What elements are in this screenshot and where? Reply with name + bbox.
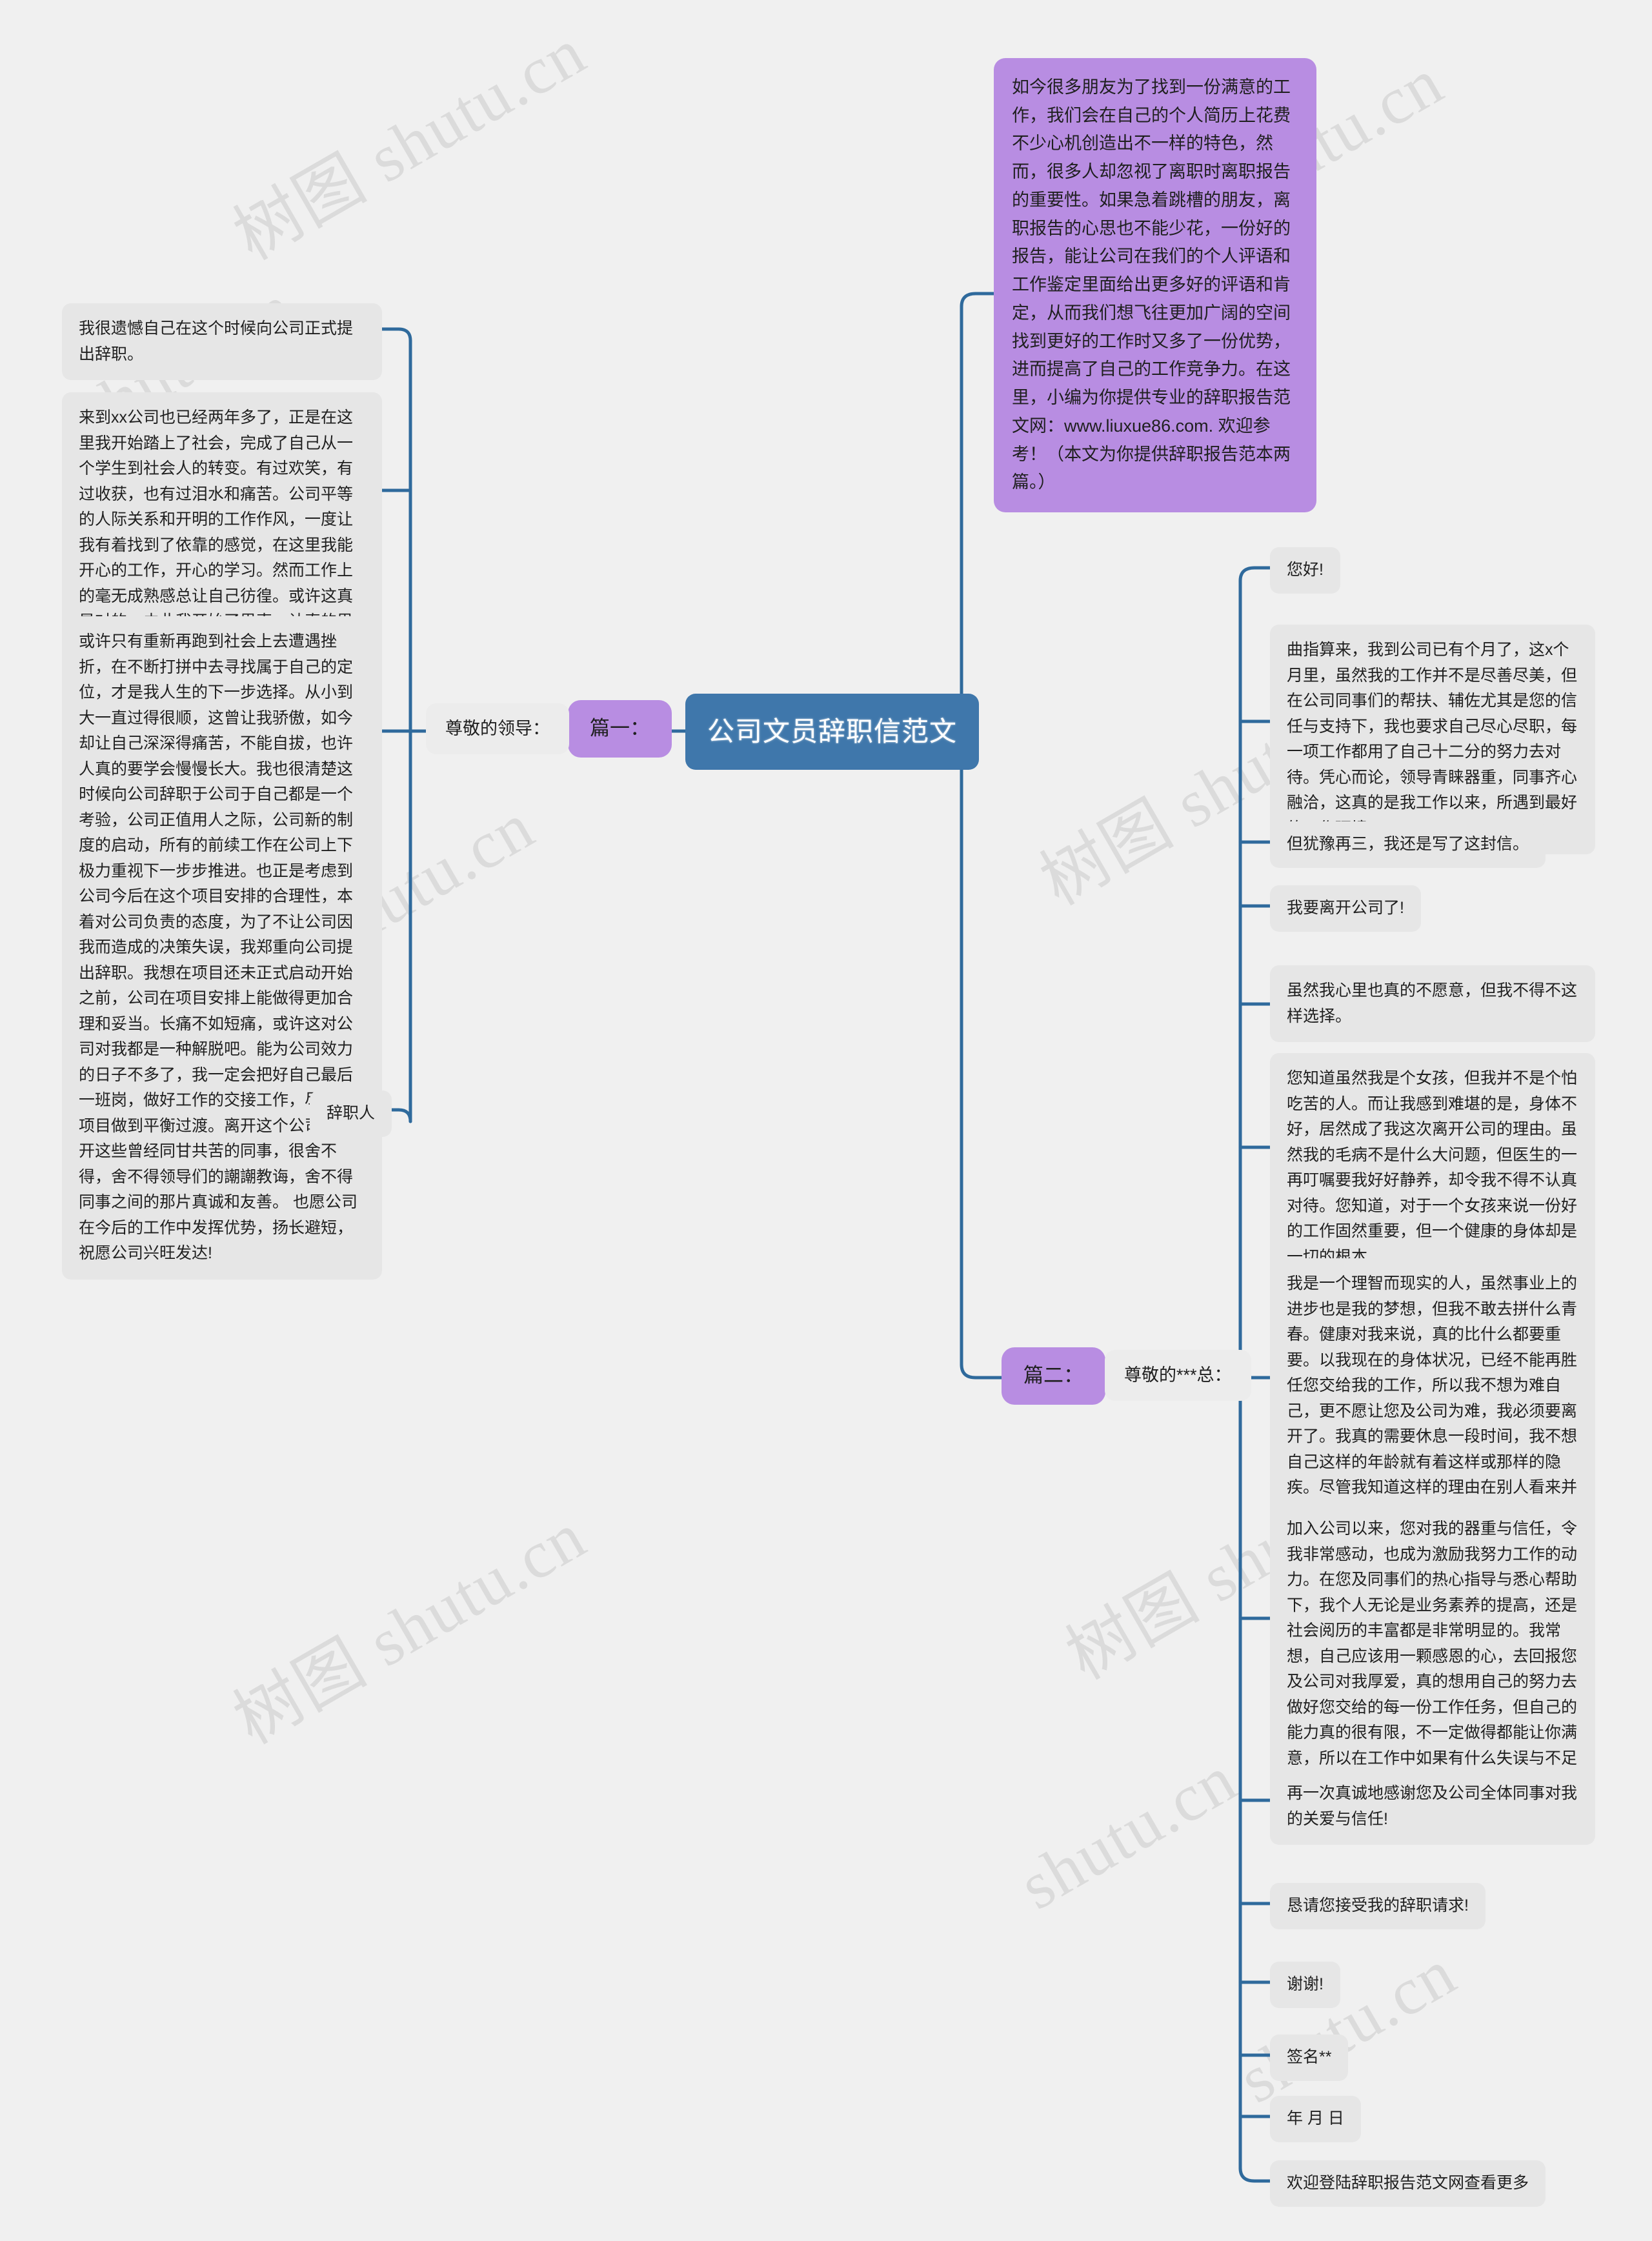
list-item[interactable]: 再一次真诚地感谢您及公司全体同事对我的关爱与信任! — [1270, 1768, 1595, 1845]
chapter-two-branch-label[interactable]: 尊敬的***总： — [1105, 1350, 1251, 1401]
list-item[interactable]: 恳请您接受我的辞职请求! — [1270, 1883, 1486, 1929]
list-item[interactable]: 欢迎登陆辞职报告范文网查看更多 — [1270, 2160, 1546, 2207]
watermark-text: 树图 shutu.cn — [222, 14, 598, 274]
list-item[interactable]: 我要离开公司了! — [1270, 885, 1421, 932]
list-item[interactable]: 您知道虽然我是个女孩，但我并不是个怕吃苦的人。而让我感到难堪的是，身体不好，居然… — [1270, 1053, 1595, 1283]
list-item[interactable]: 但犹豫再三，我还是写了这封信。 — [1270, 821, 1546, 868]
list-item[interactable]: 我很遗憾自己在这个时候向公司正式提出辞职。 — [62, 303, 382, 380]
list-item[interactable]: 虽然我心里也真的不愿意，但我不得不这样选择。 — [1270, 965, 1595, 1042]
list-item[interactable]: 谢谢! — [1270, 1962, 1340, 2008]
watermark-text: shutu.cn — [1227, 1934, 1469, 2118]
list-item[interactable]: 年 月 日 — [1270, 2096, 1361, 2142]
intro-node[interactable]: 如今很多朋友为了找到一份满意的工作，我们会在自己的个人简历上花费不少心机创造出不… — [994, 58, 1316, 513]
list-item[interactable]: 您好! — [1270, 547, 1340, 594]
list-item[interactable]: 签名** — [1270, 2035, 1349, 2081]
chapter-one-branch-label[interactable]: 尊敬的领导： — [426, 703, 569, 754]
chapter-one-node[interactable]: 篇一： — [568, 700, 672, 758]
chapter-two-node[interactable]: 篇二： — [1002, 1347, 1105, 1405]
watermark-text: shutu.cn — [1007, 1741, 1249, 1924]
watermark-text: 树图 shutu.cn — [222, 1498, 598, 1758]
list-item[interactable]: 辞职人 — [310, 1090, 392, 1137]
list-item[interactable]: 或许只有重新再跑到社会上去遭遇挫折，在不断打拼中去寻找属于自己的定位，才是我人生… — [62, 616, 382, 1280]
list-item[interactable]: 曲指算来，我到公司已有个月了，这x个月里，虽然我的工作并不是尽善尽美，但在公司同… — [1270, 625, 1595, 854]
root-node[interactable]: 公司文员辞职信范文 — [685, 694, 980, 770]
